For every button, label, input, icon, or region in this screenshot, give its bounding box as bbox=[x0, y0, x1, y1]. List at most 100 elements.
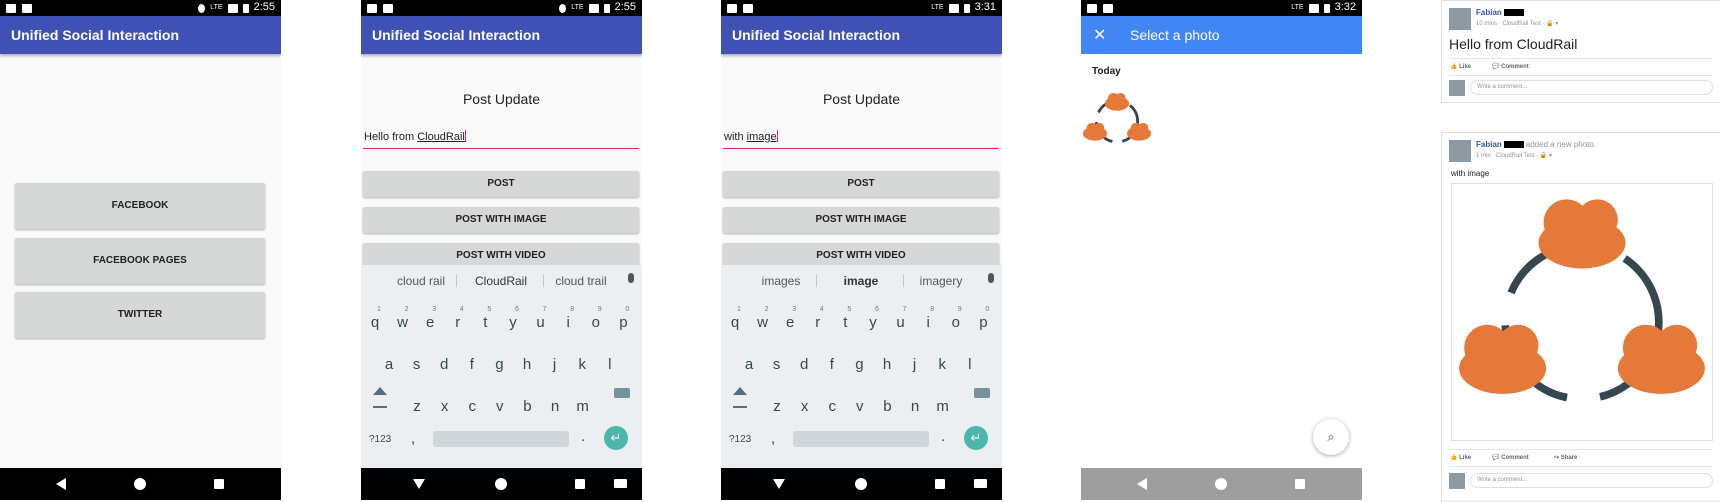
comma-key[interactable]: , bbox=[771, 430, 775, 447]
key-y[interactable]: y6 bbox=[503, 306, 523, 331]
key-s[interactable]: s bbox=[407, 356, 427, 373]
back-icon[interactable] bbox=[56, 478, 66, 490]
keyboard-switch-icon[interactable] bbox=[614, 479, 627, 488]
key-y[interactable]: y6 bbox=[863, 306, 883, 331]
home-icon[interactable] bbox=[495, 478, 507, 490]
space-key[interactable] bbox=[793, 431, 929, 447]
key-c[interactable]: c bbox=[462, 398, 482, 415]
key-f[interactable]: f bbox=[462, 356, 482, 373]
key-j[interactable]: j bbox=[545, 356, 565, 373]
key-n[interactable]: n bbox=[545, 398, 565, 415]
space-key[interactable] bbox=[433, 431, 569, 447]
key-q[interactable]: q1 bbox=[365, 306, 385, 331]
key-c[interactable]: c bbox=[822, 398, 842, 415]
symbols-key[interactable]: ?123 bbox=[369, 434, 391, 445]
author-name[interactable]: Fabian bbox=[1476, 8, 1524, 17]
suggestion[interactable]: image bbox=[821, 274, 901, 288]
close-icon[interactable]: ✕ bbox=[1093, 25, 1106, 45]
home-icon[interactable] bbox=[134, 478, 146, 490]
key-d[interactable]: d bbox=[434, 356, 454, 373]
key-k[interactable]: k bbox=[932, 356, 952, 373]
key-w[interactable]: w2 bbox=[393, 306, 413, 331]
key-s[interactable]: s bbox=[767, 356, 787, 373]
symbols-key[interactable]: ?123 bbox=[729, 434, 751, 445]
facebook-pages-button[interactable]: FACEBOOK PAGES bbox=[15, 238, 265, 284]
recents-icon[interactable] bbox=[214, 479, 224, 489]
key-u[interactable]: u7 bbox=[531, 306, 551, 331]
recents-icon[interactable] bbox=[935, 479, 945, 489]
key-p[interactable]: p0 bbox=[973, 306, 993, 331]
key-o[interactable]: o9 bbox=[946, 306, 966, 331]
key-r[interactable]: r4 bbox=[808, 306, 828, 331]
mic-icon[interactable] bbox=[628, 273, 634, 283]
post-with-image-button[interactable]: POST WITH IMAGE bbox=[723, 207, 999, 233]
hide-keyboard-icon[interactable] bbox=[413, 479, 425, 489]
key-x[interactable]: x bbox=[795, 398, 815, 415]
key-b[interactable]: b bbox=[517, 398, 537, 415]
suggestion[interactable]: cloud trail bbox=[541, 274, 621, 288]
zoom-icon[interactable]: ⌕ bbox=[1313, 419, 1349, 455]
hide-keyboard-icon[interactable] bbox=[773, 479, 785, 489]
home-icon[interactable] bbox=[855, 478, 867, 490]
key-m[interactable]: m bbox=[573, 398, 593, 415]
key-z[interactable]: z bbox=[407, 398, 427, 415]
recents-icon[interactable] bbox=[1295, 479, 1305, 489]
enter-icon[interactable]: ↵ bbox=[964, 426, 988, 450]
suggestion[interactable]: CloudRail bbox=[461, 274, 541, 288]
status-input[interactable]: Hello from CloudRail bbox=[363, 130, 639, 149]
like-button[interactable]: 👍 Like bbox=[1450, 63, 1471, 70]
key-e[interactable]: e3 bbox=[780, 306, 800, 331]
suggestion[interactable]: images bbox=[741, 274, 821, 288]
comment-input[interactable]: Write a comment... bbox=[1470, 473, 1713, 488]
period-key[interactable]: . bbox=[941, 428, 945, 445]
key-a[interactable]: a bbox=[739, 356, 759, 373]
key-l[interactable]: l bbox=[600, 356, 620, 373]
key-k[interactable]: k bbox=[572, 356, 592, 373]
key-g[interactable]: g bbox=[489, 356, 509, 373]
comment-button[interactable]: 💬 Comment bbox=[1492, 454, 1529, 461]
back-icon[interactable] bbox=[1137, 478, 1147, 490]
shift-icon[interactable] bbox=[733, 387, 747, 395]
home-icon[interactable] bbox=[1215, 478, 1227, 490]
facebook-button[interactable]: FACEBOOK bbox=[15, 183, 265, 229]
post-button[interactable]: POST bbox=[723, 171, 999, 197]
keyboard-switch-icon[interactable] bbox=[974, 479, 987, 488]
backspace-icon[interactable] bbox=[974, 388, 990, 398]
like-button[interactable]: 👍 Like bbox=[1450, 454, 1471, 461]
key-a[interactable]: a bbox=[379, 356, 399, 373]
suggestion[interactable]: imagery bbox=[901, 274, 981, 288]
key-h[interactable]: h bbox=[517, 356, 537, 373]
period-key[interactable]: . bbox=[581, 428, 585, 445]
post-with-image-button[interactable]: POST WITH IMAGE bbox=[363, 207, 639, 233]
key-x[interactable]: x bbox=[435, 398, 455, 415]
photo-thumbnail[interactable] bbox=[1081, 88, 1153, 152]
key-t[interactable]: t5 bbox=[835, 306, 855, 331]
status-input[interactable]: with image bbox=[723, 130, 999, 149]
key-b[interactable]: b bbox=[877, 398, 897, 415]
key-v[interactable]: v bbox=[490, 398, 510, 415]
key-i[interactable]: i8 bbox=[558, 306, 578, 331]
key-g[interactable]: g bbox=[849, 356, 869, 373]
key-n[interactable]: n bbox=[905, 398, 925, 415]
key-p[interactable]: p0 bbox=[613, 306, 633, 331]
share-button[interactable]: ↪ Share bbox=[1554, 454, 1577, 461]
recents-icon[interactable] bbox=[575, 479, 585, 489]
key-i[interactable]: i8 bbox=[918, 306, 938, 331]
comment-button[interactable]: 💬 Comment bbox=[1492, 63, 1529, 70]
mic-icon[interactable] bbox=[988, 273, 994, 283]
key-v[interactable]: v bbox=[850, 398, 870, 415]
enter-icon[interactable]: ↵ bbox=[604, 426, 628, 450]
key-o[interactable]: o9 bbox=[586, 306, 606, 331]
suggestion[interactable]: cloud rail bbox=[381, 274, 461, 288]
key-j[interactable]: j bbox=[905, 356, 925, 373]
key-r[interactable]: r4 bbox=[448, 306, 468, 331]
key-t[interactable]: t5 bbox=[475, 306, 495, 331]
comment-input[interactable]: Write a comment... bbox=[1470, 80, 1713, 95]
key-e[interactable]: e3 bbox=[420, 306, 440, 331]
key-w[interactable]: w2 bbox=[753, 306, 773, 331]
shift-icon[interactable] bbox=[373, 387, 387, 395]
key-d[interactable]: d bbox=[794, 356, 814, 373]
key-f[interactable]: f bbox=[822, 356, 842, 373]
twitter-button[interactable]: TWITTER bbox=[15, 292, 265, 338]
comma-key[interactable]: , bbox=[411, 430, 415, 447]
